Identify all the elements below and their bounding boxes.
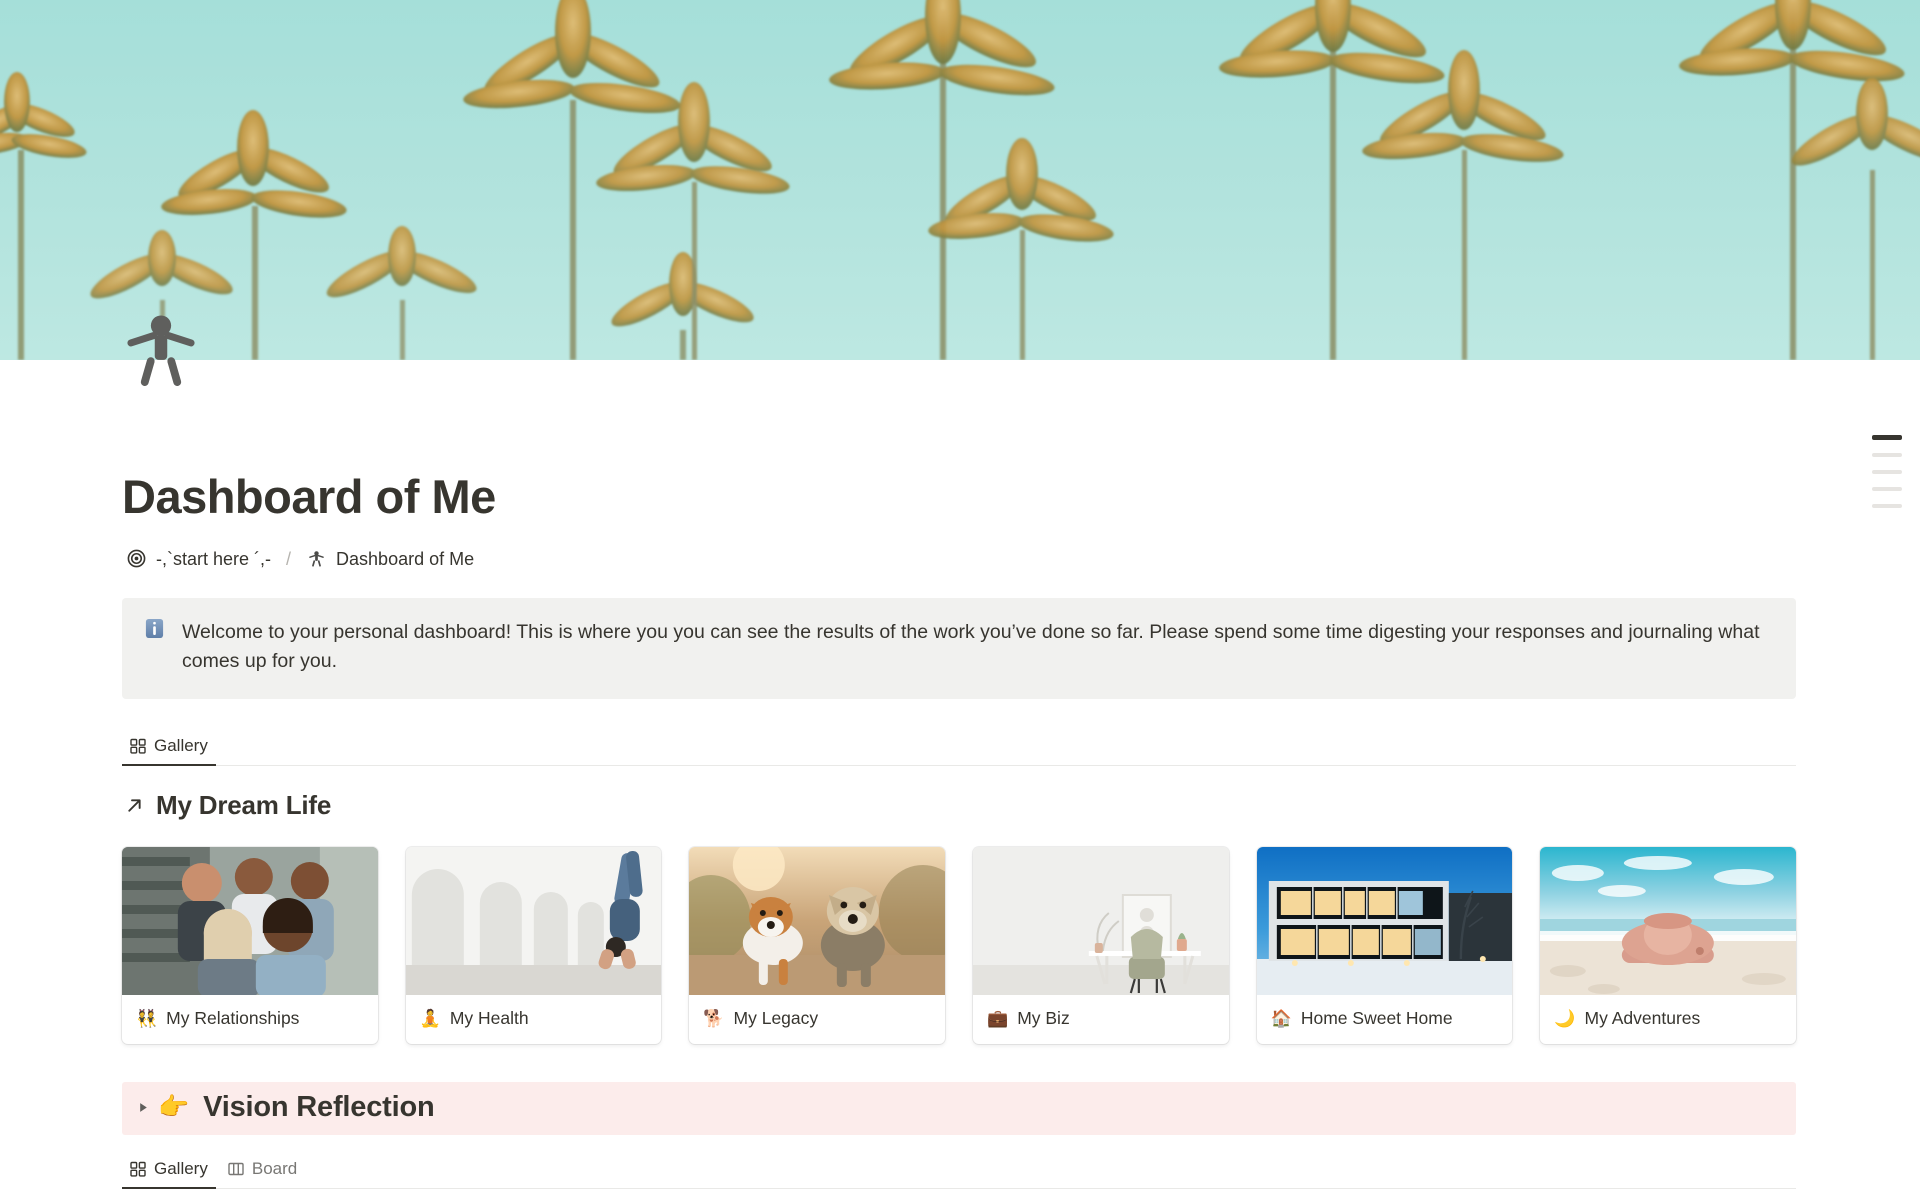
breadcrumb-label: -,`start here ´,- (156, 548, 272, 569)
palm-trees-illustration (0, 0, 1920, 360)
callout-text: Welcome to your personal dashboard! This… (182, 621, 1760, 673)
target-icon (126, 549, 147, 569)
pointing-right-icon: 👉 (158, 1093, 190, 1122)
two-dogs-running-photo (689, 846, 946, 995)
gallery-grid-icon (130, 1161, 146, 1178)
page-body: Dashboard of Me -,`start here ´,- / Dash… (0, 360, 1920, 1199)
crescent-moon-icon: 🌙 (1554, 1008, 1576, 1028)
handstand-corridor-photo (405, 846, 662, 995)
card-label: 💼 My Biz (973, 995, 1229, 1045)
card-title: My Biz (1017, 1007, 1070, 1028)
tab-gallery-dream-life[interactable]: Gallery (122, 732, 216, 766)
breadcrumb-label: Dashboard of Me (336, 548, 475, 569)
card-title: My Relationships (166, 1007, 300, 1028)
briefcase-icon: 💼 (987, 1008, 1009, 1028)
gallery-card[interactable]: 🌙 My Adventures (1540, 846, 1797, 1045)
toc-line[interactable] (1872, 435, 1902, 440)
card-label: 🐕 My Legacy (689, 995, 945, 1045)
card-cover-image (973, 846, 1229, 995)
friends-group-photo (122, 846, 378, 995)
tab-label: Board (251, 1159, 298, 1179)
gallery-card[interactable]: 🧘 My Health (405, 846, 662, 1045)
card-cover-image (405, 846, 662, 995)
card-cover-image (689, 846, 946, 995)
arrow-up-right-icon (122, 793, 146, 817)
tab-label: Gallery (154, 735, 208, 755)
card-label: 🧘 My Health (406, 995, 662, 1045)
welcome-callout[interactable]: Welcome to your personal dashboard! This… (122, 598, 1796, 699)
card-title: My Health (449, 1007, 529, 1028)
gallery-grid-icon (130, 738, 146, 754)
board-columns-icon (228, 1161, 244, 1177)
cartwheel-person-icon (306, 549, 327, 569)
vision-reflection-label: Vision Reflection (203, 1091, 435, 1124)
house-icon: 🏠 (1270, 1008, 1292, 1028)
tab-gallery-needs-assessment[interactable]: Gallery (122, 1155, 216, 1190)
toc-line[interactable] (1872, 487, 1902, 491)
minimal-desk-photo (973, 846, 1229, 995)
page-icon[interactable] (122, 310, 200, 388)
dog-icon: 🐕 (703, 1008, 725, 1028)
dream-life-heading[interactable]: My Dream Life (122, 790, 1802, 821)
beach-sunhat-photo (1540, 846, 1797, 995)
tab-label: Gallery (154, 1159, 208, 1179)
information-icon (144, 618, 166, 644)
card-cover-image (1256, 846, 1513, 995)
table-of-contents-minimap[interactable] (1872, 435, 1902, 508)
triangle-right-icon[interactable] (132, 1094, 154, 1122)
breadcrumb-item-start-here[interactable]: -,`start here ´,- (122, 547, 275, 572)
breadcrumb: -,`start here ´,- / Dashboard of Me (122, 545, 1802, 573)
dream-life-heading-label: My Dream Life (156, 789, 332, 820)
card-label: 🌙 My Adventures (1540, 995, 1796, 1045)
dream-life-viewbar: Gallery (122, 724, 1796, 766)
dancers-icon: 👯 (136, 1008, 158, 1028)
dream-life-gallery: 👯 My Relationships 🧘 My Health 🐕 My Lega… (122, 846, 1797, 1045)
card-label: 🏠 Home Sweet Home (1257, 995, 1513, 1045)
page-content-column: Dashboard of Me -,`start here ´,- / Dash… (122, 360, 1802, 1199)
card-cover-image (1540, 846, 1797, 995)
needs-assessment-viewbar: Gallery Board (122, 1147, 1796, 1190)
breadcrumb-item-dashboard-of-me[interactable]: Dashboard of Me (302, 547, 478, 572)
vision-reflection-toggle[interactable]: 👉 Vision Reflection (122, 1082, 1796, 1136)
card-title: My Legacy (733, 1007, 819, 1028)
toc-line[interactable] (1872, 453, 1902, 457)
tab-board-needs-assessment[interactable]: Board (220, 1155, 305, 1189)
meditation-icon: 🧘 (419, 1008, 441, 1028)
page-title: Dashboard of Me (122, 470, 496, 523)
gallery-card[interactable]: 👯 My Relationships (122, 846, 378, 1045)
gallery-card[interactable]: 🐕 My Legacy (689, 846, 946, 1045)
modern-house-dusk-photo (1256, 846, 1513, 995)
card-title: Home Sweet Home (1300, 1007, 1453, 1028)
breadcrumb-separator: / (286, 548, 292, 569)
card-label: 👯 My Relationships (122, 995, 378, 1045)
toc-line[interactable] (1872, 504, 1902, 508)
cartwheel-person-icon (127, 315, 195, 387)
gallery-card[interactable]: 🏠 Home Sweet Home (1256, 846, 1513, 1045)
card-cover-image (122, 846, 378, 995)
toc-line[interactable] (1872, 470, 1902, 474)
page-cover-image[interactable] (0, 0, 1920, 360)
gallery-card[interactable]: 💼 My Biz (973, 846, 1229, 1045)
card-title: My Adventures (1584, 1007, 1701, 1028)
